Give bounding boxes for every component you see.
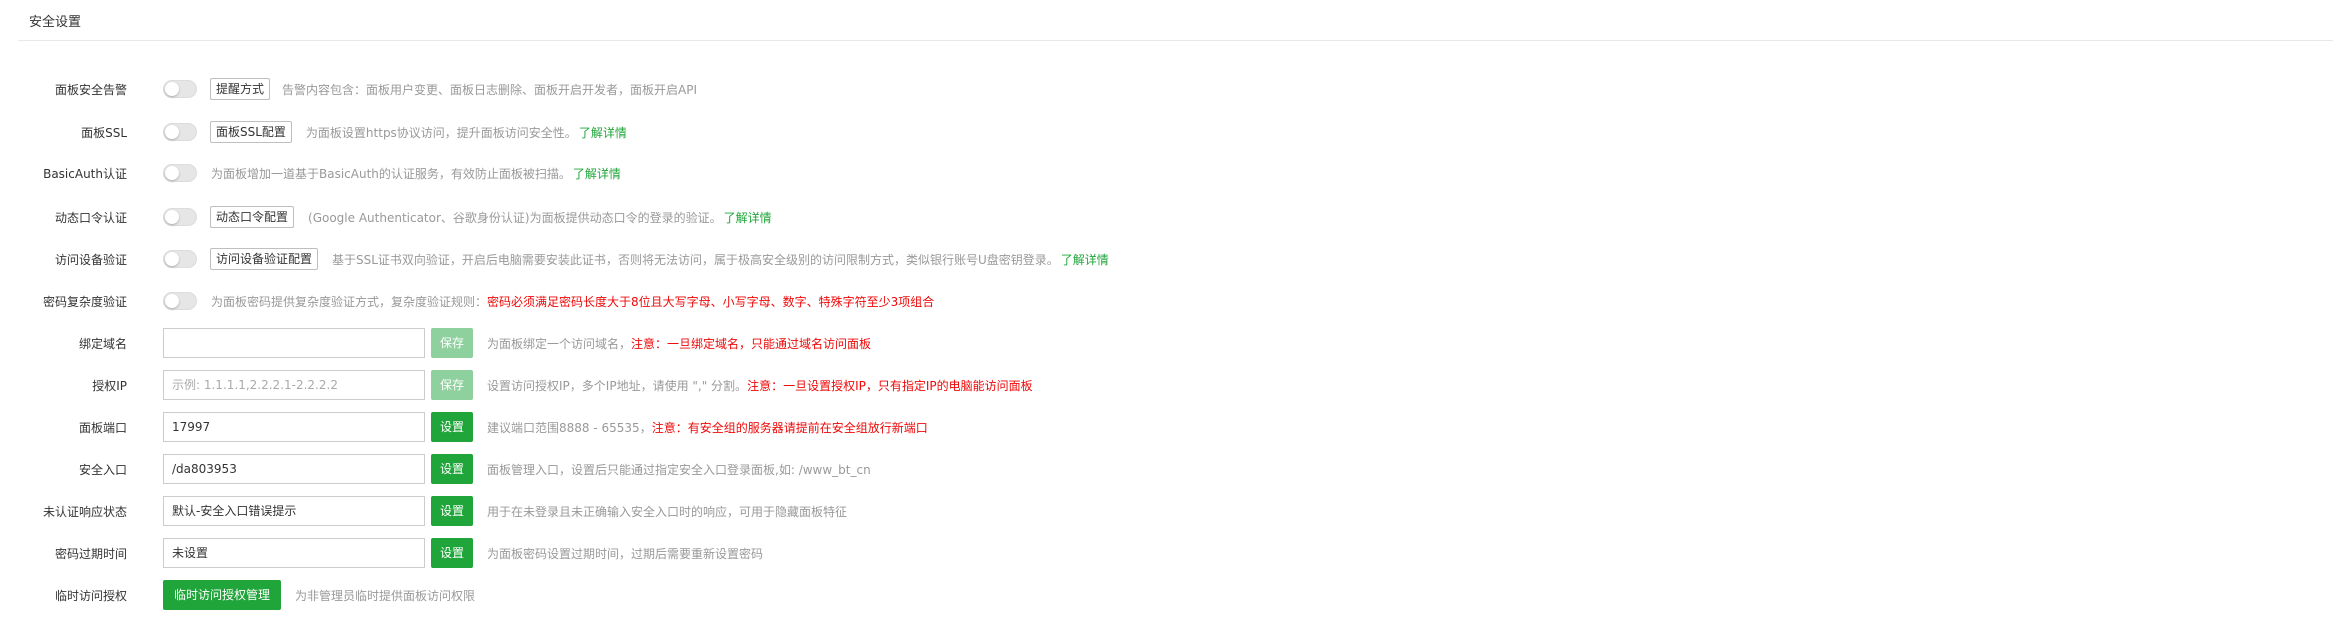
setting-description: 面板管理入口，设置后只能通过指定安全入口登录面板,如: /www_bt_cn (487, 462, 871, 477)
basicauth-toggle[interactable] (163, 164, 197, 182)
setting-description: 基于SSL证书双向验证，开启后电脑需要安装此证书，否则将无法访问，属于极高安全级… (332, 252, 1109, 267)
entrance-set-button[interactable]: 设置 (431, 454, 474, 484)
device-toggle[interactable] (163, 250, 197, 268)
totp-config-button[interactable]: 动态口令配置 (210, 206, 295, 228)
warning-text: 注意：有安全组的服务器请提前在安全组放行新端口 (651, 420, 928, 435)
password-complexity-toggle[interactable] (163, 292, 197, 310)
unauth-status-select[interactable]: 默认-安全入口错误提示 (163, 496, 425, 526)
auth-ip-save-button[interactable]: 保存 (431, 370, 474, 400)
setting-row-auth-ip: 授权IP 示例: 1.1.1.1,2.2.2.1-2.2.2.2 保存 设置访问… (0, 367, 1033, 403)
expire-set-button[interactable]: 设置 (431, 538, 474, 568)
setting-description: 用于在未登录且未正确输入安全入口时的响应，可用于隐藏面板特征 (487, 504, 848, 519)
setting-description: (Google Authenticator、谷歌身份认证)为面板提供动态口令的登… (308, 210, 772, 225)
auth-ip-input[interactable]: 示例: 1.1.1.1,2.2.2.1-2.2.2.2 (163, 370, 425, 400)
setting-label: 面板端口 (78, 420, 127, 435)
setting-row-port: 面板端口 17997 设置 建议端口范围8888 - 65535，注意：有安全组… (0, 409, 928, 445)
warning-text: 注意：一旦设置授权IP，只有指定IP的电脑能访问面板 (747, 378, 1033, 393)
setting-label: 密码复杂度验证 (42, 294, 127, 309)
entrance-input[interactable]: /da803953 (163, 454, 425, 484)
setting-description: 告警内容包含：面板用户变更、面板日志删除、面板开启开发者，面板开启API (282, 82, 698, 97)
section-header: 安全设置 (18, 0, 2333, 41)
alarm-toggle[interactable] (163, 80, 197, 98)
setting-row-expire: 密码过期时间 未设置 设置 为面板密码设置过期时间，过期后需要重新设置密码 (0, 535, 763, 571)
toggle-knob (165, 294, 179, 308)
setting-label: 动态口令认证 (54, 210, 127, 225)
warning-text: 密码必须满足密码长度大于8位且大写字母、小写字母、数字、特殊字符至少3项组合 (487, 294, 935, 309)
setting-description: 为面板密码提供复杂度验证方式，复杂度验证规则：密码必须满足密码长度大于8位且大写… (211, 294, 935, 309)
toggle-knob (165, 166, 179, 180)
setting-description: 为面板密码设置过期时间，过期后需要重新设置密码 (487, 546, 764, 561)
setting-row-alarm: 面板安全告警 提醒方式 告警内容包含：面板用户变更、面板日志删除、面板开启开发者… (0, 71, 697, 107)
setting-label: 面板安全告警 (54, 82, 127, 97)
section-title: 安全设置 (29, 15, 82, 30)
setting-label: 安全入口 (78, 462, 127, 477)
setting-row-totp: 动态口令认证 动态口令配置 (Google Authenticator、谷歌身份… (0, 199, 772, 235)
setting-row-ssl: 面板SSL 面板SSL配置 为面板设置https协议访问，提升面板访问安全性。了… (0, 114, 627, 150)
toggle-knob (165, 82, 179, 96)
setting-row-unauth-status: 未认证响应状态 默认-安全入口错误提示 设置 用于在未登录且未正确输入安全入口时… (0, 493, 847, 529)
expire-input[interactable]: 未设置 (163, 538, 425, 568)
setting-label: 授权IP (92, 378, 127, 393)
setting-label: 未认证响应状态 (42, 504, 127, 519)
toggle-knob (165, 252, 179, 266)
setting-row-basicauth: BasicAuth认证 为面板增加一道基于BasicAuth的认证服务，有效防止… (0, 155, 621, 191)
totp-toggle[interactable] (163, 208, 197, 226)
setting-row-domain: 绑定域名 保存 为面板绑定一个访问域名，注意：一旦绑定域名，只能通过域名访问面板 (0, 325, 871, 361)
device-config-button[interactable]: 访问设备验证配置 (210, 248, 319, 270)
unauth-status-set-button[interactable]: 设置 (431, 496, 474, 526)
setting-description: 为非管理员临时提供面板访问权限 (295, 588, 476, 603)
learn-more-link[interactable]: 了解详情 (579, 126, 627, 140)
setting-label: 绑定域名 (78, 336, 127, 351)
learn-more-link[interactable]: 了解详情 (724, 211, 772, 225)
alarm-method-button[interactable]: 提醒方式 (210, 78, 271, 100)
learn-more-link[interactable]: 了解详情 (1061, 253, 1109, 267)
setting-description: 建议端口范围8888 - 65535，注意：有安全组的服务器请提前在安全组放行新… (487, 420, 928, 435)
ssl-toggle[interactable] (163, 123, 197, 141)
setting-label: 密码过期时间 (54, 546, 127, 561)
toggle-knob (165, 210, 179, 224)
ssl-config-button[interactable]: 面板SSL配置 (210, 121, 292, 143)
setting-label: 面板SSL (81, 125, 127, 140)
setting-row-entrance: 安全入口 /da803953 设置 面板管理入口，设置后只能通过指定安全入口登录… (0, 451, 871, 487)
domain-save-button[interactable]: 保存 (431, 328, 474, 358)
setting-label: 访问设备验证 (54, 252, 127, 267)
setting-description: 为面板绑定一个访问域名，注意：一旦绑定域名，只能通过域名访问面板 (487, 336, 872, 351)
setting-label: 临时访问授权 (54, 588, 127, 603)
warning-text: 注意：一旦绑定域名，只能通过域名访问面板 (631, 336, 872, 351)
port-set-button[interactable]: 设置 (431, 412, 474, 442)
toggle-knob (165, 125, 179, 139)
setting-row-temp-access: 临时访问授权 临时访问授权管理 为非管理员临时提供面板访问权限 (0, 577, 475, 613)
setting-row-password-complexity: 密码复杂度验证 为面板密码提供复杂度验证方式，复杂度验证规则：密码必须满足密码长… (0, 283, 934, 319)
setting-description: 为面板设置https协议访问，提升面板访问安全性。 了解详情 (305, 125, 627, 140)
setting-row-device: 访问设备验证 访问设备验证配置 基于SSL证书双向验证，开启后电脑需要安装此证书… (0, 241, 1109, 277)
port-input[interactable]: 17997 (163, 412, 425, 442)
setting-description: 设置访问授权IP，多个IP地址，请使用 "," 分割。注意：一旦设置授权IP，只… (487, 378, 1033, 393)
learn-more-link[interactable]: 了解详情 (573, 167, 621, 181)
setting-label: BasicAuth认证 (43, 166, 127, 181)
temp-access-manage-button[interactable]: 临时访问授权管理 (163, 580, 282, 610)
setting-description: 为面板增加一道基于BasicAuth的认证服务，有效防止面板被扫描。 了解详情 (211, 166, 621, 181)
domain-input[interactable] (163, 328, 425, 358)
security-settings-page: 安全设置 面板安全告警 提醒方式 告警内容包含：面板用户变更、面板日志删除、面板… (0, 0, 2333, 631)
